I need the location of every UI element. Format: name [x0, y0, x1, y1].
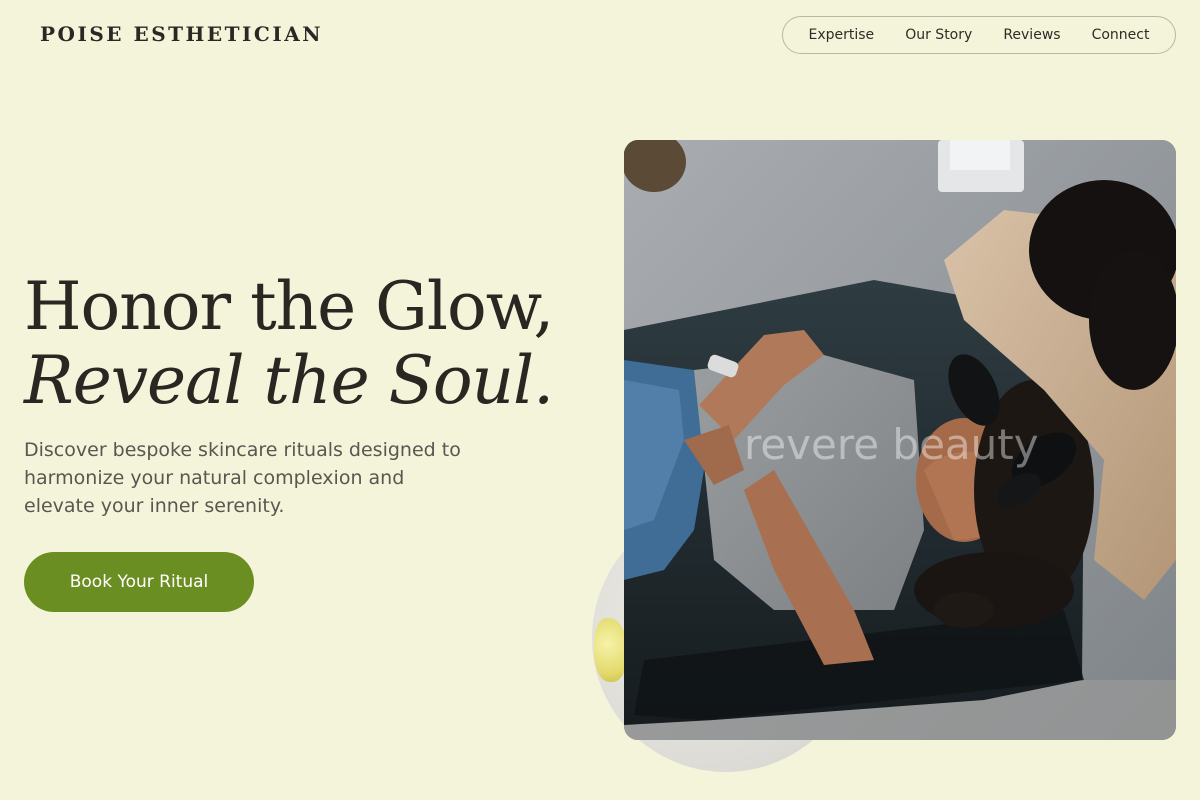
nav-item-our-story[interactable]: Our Story: [905, 27, 972, 43]
main-nav: Expertise Our Story Reviews Connect: [782, 16, 1176, 54]
nav-item-expertise[interactable]: Expertise: [809, 27, 875, 43]
hero-subtitle: Discover bespoke skincare rituals design…: [24, 439, 461, 517]
brand-logo[interactable]: POISE ESTHETICIAN: [40, 22, 323, 46]
hero-title-line1: Honor the Glow,: [24, 268, 554, 345]
book-ritual-button[interactable]: Book Your Ritual: [24, 552, 254, 612]
photo-watermark: revere beauty: [744, 420, 1039, 469]
nav-item-reviews[interactable]: Reviews: [1003, 27, 1060, 43]
nav-item-connect[interactable]: Connect: [1092, 27, 1150, 43]
hero-title-line2: Reveal the Soul.: [24, 342, 554, 419]
hero-title: Honor the Glow, Reveal the Soul.: [24, 268, 554, 419]
